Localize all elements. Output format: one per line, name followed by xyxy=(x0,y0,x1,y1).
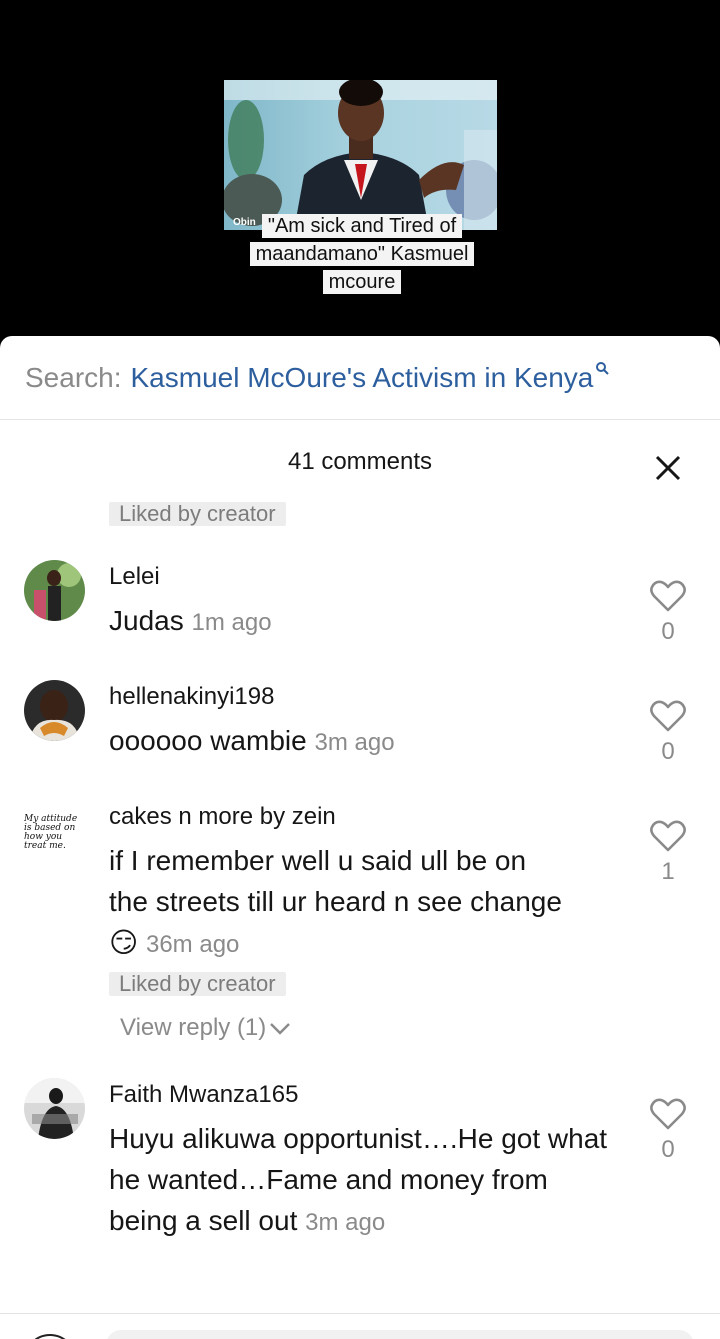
comment-time: 3m ago xyxy=(305,1209,386,1236)
caption-line-2: maandamano" Kasmuel xyxy=(249,242,475,266)
caption-line-1: "Am sick and Tired of xyxy=(261,214,463,238)
liked-by-creator-badge: Liked by creator xyxy=(109,972,286,996)
search-prefix: Search: xyxy=(25,361,122,393)
comments-header: 41 comments xyxy=(0,420,720,512)
view-replies-button[interactable]: View reply (1) xyxy=(120,1014,292,1042)
comment-username[interactable]: hellenakinyi198 xyxy=(109,683,274,711)
heart-icon[interactable] xyxy=(650,700,686,732)
search-icon xyxy=(596,361,610,375)
comment-time: 36m ago xyxy=(145,931,240,958)
comment-item: Lelei Judas 1m ago 0 xyxy=(0,560,720,670)
search-term-link[interactable]: Kasmuel McOure's Activism in Kenya xyxy=(131,362,594,394)
comment-text: if I remember well u said ull be on the … xyxy=(109,840,569,965)
comment-username[interactable]: Lelei xyxy=(109,563,160,591)
chevron-down-icon xyxy=(270,1023,291,1035)
like-count: 0 xyxy=(661,1136,675,1163)
video-thumbnail[interactable] xyxy=(224,80,497,230)
video-caption: "Am sick and Tired of maandamano" Kasmue… xyxy=(243,212,481,296)
comment-body: oooooo wambie xyxy=(109,725,307,756)
liked-by-creator-badge: Liked by creator xyxy=(109,502,286,526)
like-count: 0 xyxy=(661,738,675,765)
heart-icon[interactable] xyxy=(650,580,686,612)
heart-icon[interactable] xyxy=(650,820,686,852)
comment-time: 1m ago xyxy=(191,609,272,636)
avatar[interactable]: My attitude is based on how you treat me… xyxy=(24,800,86,848)
divider xyxy=(0,1313,720,1314)
comment-text: oooooo wambie 3m ago xyxy=(109,720,609,763)
view-reply-label: View reply (1) xyxy=(120,1014,267,1041)
comment-item: My attitude is based on how you treat me… xyxy=(0,800,720,1060)
comment-body: Judas xyxy=(109,605,184,636)
video-frame-image xyxy=(224,80,497,230)
video-player[interactable]: Obin "Am sick and Tired of maandamano" K… xyxy=(0,0,720,340)
comment-time: 3m ago xyxy=(314,729,395,756)
heart-icon[interactable] xyxy=(650,1098,686,1130)
avatar[interactable] xyxy=(24,680,85,741)
comment-username[interactable]: cakes n more by zein xyxy=(109,803,336,831)
search-suggestion[interactable]: Search: Kasmuel McOure's Activism in Ken… xyxy=(0,336,720,420)
comment-username[interactable]: Faith Mwanza165 xyxy=(109,1081,298,1109)
comment-text: Huyu alikuwa opportunist….He got what he… xyxy=(109,1118,614,1243)
caption-line-3: mcoure xyxy=(322,270,402,294)
comment-item: Faith Mwanza165 Huyu alikuwa opportunist… xyxy=(0,1078,720,1258)
like-count: 1 xyxy=(661,858,675,885)
comment-item: hellenakinyi198 oooooo wambie 3m ago 0 xyxy=(0,680,720,790)
close-icon[interactable] xyxy=(652,452,684,484)
comment-text: Judas 1m ago xyxy=(109,600,609,643)
comments-count: 41 comments xyxy=(287,448,433,475)
add-comment-input[interactable] xyxy=(106,1330,694,1339)
avatar-quote-text: My attitude is based on how you treat me… xyxy=(24,814,78,849)
like-count: 0 xyxy=(661,618,675,645)
avatar[interactable] xyxy=(24,560,85,621)
avatar[interactable] xyxy=(24,1078,85,1139)
